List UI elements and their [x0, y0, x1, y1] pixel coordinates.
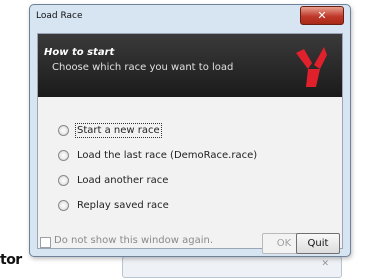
background-text-fragment: tor — [0, 252, 22, 268]
load-race-dialog: Load Race ✕ How to start Choose which ra… — [29, 4, 351, 257]
dialog-header: How to start Choose which race you want … — [38, 34, 342, 97]
quit-button[interactable]: Quit — [296, 233, 340, 254]
race-options: Start a new race Load the last race (Dem… — [58, 121, 257, 221]
radio-button[interactable] — [58, 149, 69, 161]
option-label: Replay saved race — [77, 199, 169, 211]
window-title: Load Race — [36, 11, 83, 21]
option-replay-saved-race[interactable]: Replay saved race — [58, 196, 257, 214]
radio-button[interactable] — [58, 124, 69, 136]
option-load-last-race[interactable]: Load the last race (DemoRace.race) — [58, 146, 257, 164]
option-start-new-race[interactable]: Start a new race — [58, 121, 257, 139]
option-label: Start a new race — [75, 122, 162, 138]
radio-button[interactable] — [58, 199, 69, 211]
option-label: Load another race — [77, 174, 169, 186]
do-not-show-label: Do not show this window again. — [54, 235, 214, 246]
close-icon: ✕ — [317, 9, 327, 22]
brand-logo-icon — [296, 47, 327, 87]
header-title: How to start — [44, 47, 115, 58]
close-button[interactable]: ✕ — [300, 6, 344, 25]
header-subtitle: Choose which race you want to load — [52, 62, 234, 73]
dialog-client-area: How to start Choose which race you want … — [37, 33, 343, 249]
option-load-another-race[interactable]: Load another race — [58, 171, 257, 189]
do-not-show-checkbox[interactable] — [40, 237, 51, 248]
background-window-close-icon: ✕ — [321, 259, 329, 269]
radio-button[interactable] — [58, 174, 69, 186]
background-window: ✕ — [122, 256, 342, 278]
option-label: Load the last race (DemoRace.race) — [77, 149, 258, 161]
